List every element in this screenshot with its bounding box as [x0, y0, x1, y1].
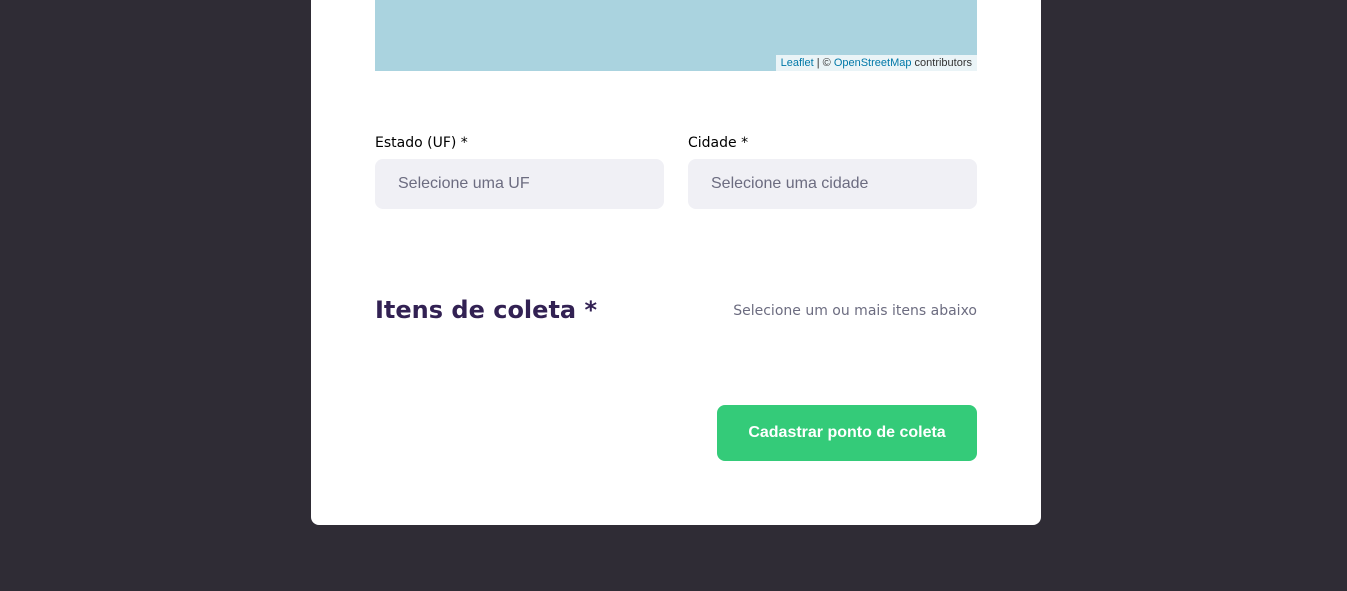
- form-card: Leaflet | © OpenStreetMap contributors E…: [311, 0, 1041, 525]
- items-section-title: Itens de coleta *: [375, 296, 598, 324]
- attribution-suffix: contributors: [911, 57, 972, 69]
- uf-field: Estado (UF) * Selecione uma UF: [375, 134, 664, 209]
- city-select[interactable]: Selecione uma cidade: [688, 159, 977, 209]
- uf-label: Estado (UF) *: [375, 135, 468, 151]
- openstreetmap-link[interactable]: OpenStreetMap: [834, 57, 912, 69]
- leaflet-link[interactable]: Leaflet: [781, 57, 814, 69]
- submit-button[interactable]: Cadastrar ponto de coleta: [717, 405, 977, 461]
- uf-select[interactable]: Selecione uma UF: [375, 159, 664, 209]
- map[interactable]: Leaflet | © OpenStreetMap contributors: [375, 0, 977, 71]
- city-label: Cidade *: [688, 135, 749, 151]
- map-attribution: Leaflet | © OpenStreetMap contributors: [775, 55, 977, 71]
- attribution-separator: | ©: [813, 57, 834, 69]
- items-section-hint: Selecione um ou mais itens abaixo: [733, 303, 977, 319]
- city-field: Cidade * Selecione uma cidade: [688, 134, 977, 209]
